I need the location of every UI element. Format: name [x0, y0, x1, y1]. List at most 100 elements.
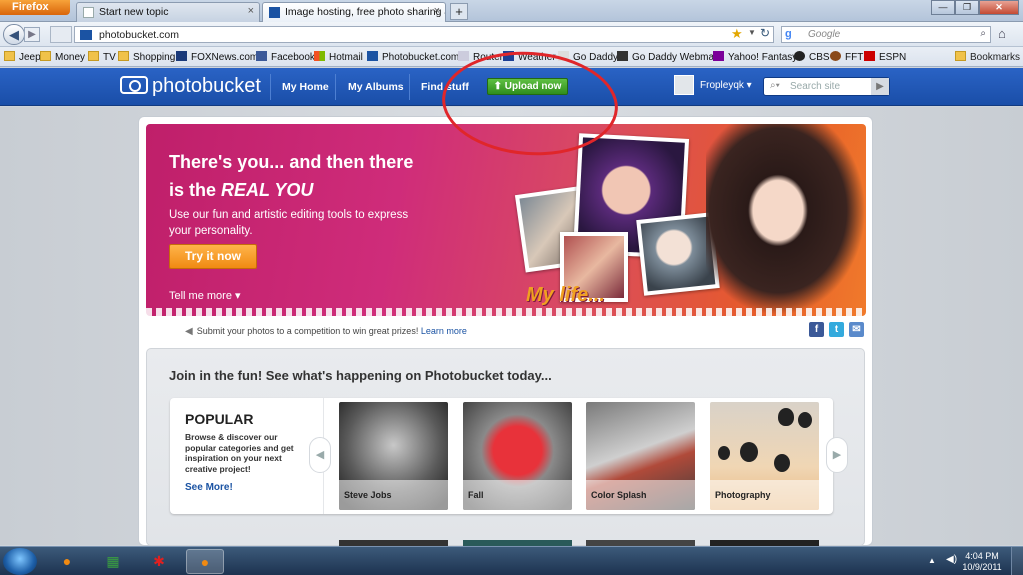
page-icon: [83, 7, 94, 18]
nav-my-albums[interactable]: My Albums: [348, 81, 404, 93]
facebook-share-icon[interactable]: f: [809, 322, 824, 337]
football-icon: [830, 51, 841, 61]
promo-line: ◀ Submit your photos to a competition to …: [185, 326, 467, 337]
paint-icon[interactable]: ✱: [140, 549, 178, 574]
windows-start-icon[interactable]: [3, 548, 37, 575]
bookmark-foxnews[interactable]: FOXNews.com: [176, 51, 258, 63]
tray-expand-icon[interactable]: ▲: [928, 556, 936, 565]
folder-icon: [4, 51, 15, 61]
hero-photo: [706, 124, 866, 316]
back-arrow-icon[interactable]: ◀: [3, 24, 25, 45]
bookmarks-menu[interactable]: Bookmarks: [954, 51, 1020, 63]
close-icon[interactable]: ×: [434, 5, 440, 17]
category-label: Fall: [463, 480, 572, 510]
restore-icon[interactable]: ❐: [955, 0, 979, 15]
bookmark-shopping[interactable]: Shopping: [118, 51, 175, 63]
forward-arrow-icon[interactable]: ▶: [24, 27, 40, 42]
category-color-splash[interactable]: Color Splash: [586, 402, 695, 510]
balloon-icon: [798, 412, 812, 428]
bookmark-star-icon[interactable]: ★: [731, 26, 743, 42]
search-icon[interactable]: ⌕: [980, 28, 986, 39]
chevron-down-icon[interactable]: ▼: [748, 28, 756, 37]
category-photography[interactable]: Photography: [710, 402, 819, 510]
tab-start-new-topic[interactable]: Start new topic ×: [76, 2, 260, 22]
bookmark-hotmail[interactable]: Hotmail: [314, 51, 363, 63]
page-icon: [458, 51, 469, 61]
user-menu[interactable]: Fropleyqk ▾: [700, 80, 752, 91]
facebook-icon: [256, 51, 267, 61]
search-input[interactable]: g Google ⌕: [781, 26, 991, 43]
firefox-menu-button[interactable]: Firefox: [0, 0, 70, 15]
my-life-art-text: My life...: [526, 284, 605, 306]
carousel-prev-icon[interactable]: ◀: [309, 437, 331, 473]
category-label: Color Splash: [586, 480, 695, 510]
site-identity-icon[interactable]: [50, 26, 72, 43]
search-go-icon[interactable]: ▶: [871, 78, 889, 95]
browser-tab-bar: Firefox Start new topic × Image hosting,…: [0, 0, 1023, 22]
torn-paper-edge: [146, 308, 866, 318]
category-steve-jobs[interactable]: Steve Jobs: [339, 402, 448, 510]
category-label: Photography: [710, 480, 819, 510]
firefox-icon[interactable]: ●: [48, 549, 86, 574]
close-icon[interactable]: ×: [248, 5, 254, 17]
photobucket-icon: [367, 51, 378, 61]
bookmark-tv[interactable]: TV: [88, 51, 116, 63]
hero-subtitle: Use our fun and artistic editing tools t…: [169, 209, 409, 237]
bookmark-yahoo-fantasy[interactable]: Yahoo! Fantasy: [713, 51, 797, 63]
bookmark-cbs[interactable]: CBS: [794, 51, 830, 63]
avatar[interactable]: [674, 75, 694, 95]
excel-icon[interactable]: ▦: [94, 549, 132, 574]
close-window-icon[interactable]: ✕: [979, 0, 1019, 15]
carousel-next-icon[interactable]: ▶: [826, 437, 848, 473]
share-icon[interactable]: ✉: [849, 322, 864, 337]
category-fall[interactable]: Fall: [463, 402, 572, 510]
twitter-share-icon[interactable]: t: [829, 322, 844, 337]
site-search-input[interactable]: ⌕▾ Search site ▶: [763, 77, 890, 96]
window-controls: — ❐ ✕: [931, 0, 1019, 15]
bookmark-facebook[interactable]: Facebook: [256, 51, 315, 63]
popular-title: POPULAR: [185, 411, 254, 427]
join-title: Join in the fun! See what's happening on…: [169, 368, 552, 383]
balloon-icon: [718, 446, 730, 460]
minimize-icon[interactable]: —: [931, 0, 955, 15]
balloon-icon: [740, 442, 758, 462]
try-it-now-button[interactable]: Try it now: [169, 244, 257, 269]
balloon-icon: [774, 454, 790, 472]
tab-label: Image hosting, free photo sharing & ...: [285, 6, 446, 18]
see-more-link[interactable]: See More!: [185, 482, 233, 493]
chevron-down-icon: ▾: [231, 290, 241, 302]
bookmark-money[interactable]: Money: [40, 51, 85, 63]
folder-icon: [954, 51, 966, 61]
tab-photobucket[interactable]: Image hosting, free photo sharing & ... …: [262, 2, 446, 22]
url-input[interactable]: photobucket.com: [74, 26, 774, 43]
hotmail-icon: [314, 51, 325, 61]
balloon-icon: [778, 408, 794, 426]
bookmark-photobucket[interactable]: Photobucket.com: [367, 51, 459, 63]
system-clock[interactable]: 4:04 PM 10/9/2011: [962, 551, 1002, 573]
folder-icon: [118, 51, 129, 61]
bookmark-fft[interactable]: FFT: [830, 51, 863, 63]
firefox-active-icon[interactable]: ●: [186, 549, 224, 574]
reload-icon[interactable]: ↻: [760, 26, 770, 40]
bookmark-godaddy-webmail[interactable]: Go Daddy Webmail: [617, 51, 719, 63]
chevron-down-icon: ▾: [743, 80, 752, 91]
search-placeholder: Google: [808, 29, 841, 40]
nav-my-home[interactable]: My Home: [282, 81, 329, 93]
hero-banner: There's you... and then there is the REA…: [146, 124, 866, 316]
new-tab-button[interactable]: +: [450, 3, 468, 20]
photobucket-logo[interactable]: photobucket: [120, 75, 261, 98]
browser-nav-bar: ◀ ▶ photobucket.com ★ ▼ ↻ g Google ⌕ ⌂: [0, 22, 1023, 47]
photobucket-favicon-icon: [269, 7, 280, 18]
tell-me-more-link[interactable]: Tell me more ▾: [169, 289, 241, 302]
learn-more-link[interactable]: Learn more: [421, 326, 467, 336]
bookmark-espn[interactable]: ESPN: [864, 51, 906, 63]
show-desktop-button[interactable]: [1011, 547, 1023, 575]
photobucket-favicon-icon: [80, 30, 92, 40]
bookmark-jeep[interactable]: Jeep: [4, 51, 41, 63]
mail-icon: [617, 51, 628, 61]
home-icon[interactable]: ⌂: [998, 26, 1006, 41]
popular-description: Browse & discover our popular categories…: [185, 432, 294, 474]
espn-icon: [864, 51, 875, 61]
volume-icon[interactable]: ◀): [946, 554, 957, 565]
foxnews-icon: [176, 51, 187, 61]
